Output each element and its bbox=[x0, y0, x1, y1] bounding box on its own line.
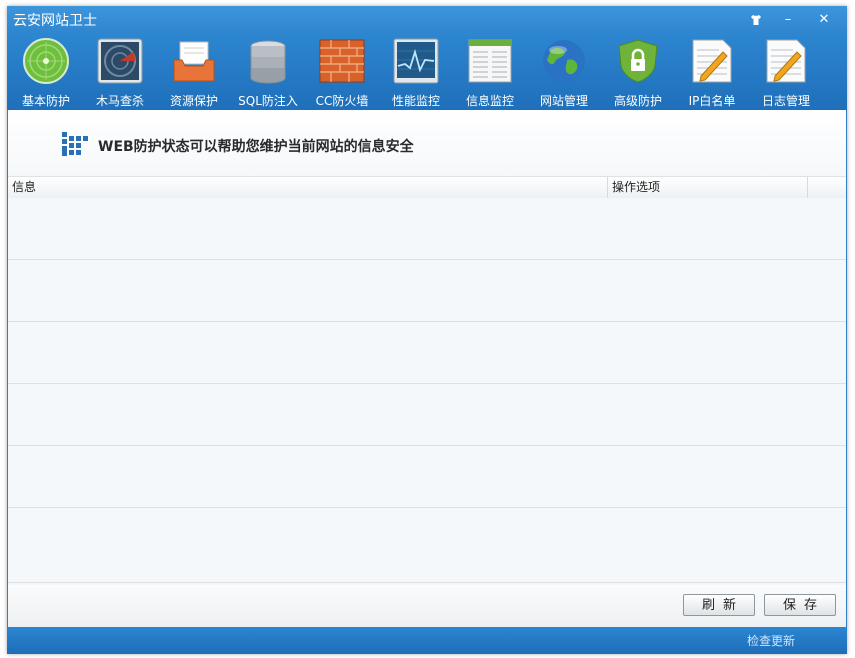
grid-header: 信息 操作选项 bbox=[8, 176, 846, 199]
column-header-spacer bbox=[808, 177, 846, 198]
action-bar: 刷新 保存 bbox=[8, 585, 846, 627]
tool-log-management[interactable]: 日志管理 bbox=[749, 36, 823, 110]
content-area: WEB防护状态可以帮助您维护当前网站的信息安全 信息 操作选项 刷新 保存 bbox=[8, 110, 846, 627]
database-icon bbox=[250, 40, 286, 84]
column-header-info[interactable]: 信息 bbox=[8, 177, 608, 198]
window-title: 云安网站卫士 bbox=[13, 13, 97, 29]
status-bar: 检查更新 bbox=[7, 627, 847, 654]
globe-icon bbox=[543, 40, 585, 82]
save-button[interactable]: 保存 bbox=[764, 594, 836, 616]
check-update-link[interactable]: 检查更新 bbox=[747, 632, 795, 649]
tool-label: 木马查杀 bbox=[95, 94, 144, 108]
close-button[interactable]: ✕ bbox=[813, 10, 835, 30]
dots-grid-icon bbox=[62, 132, 88, 156]
scanner-icon bbox=[97, 38, 143, 84]
tool-basic-protection[interactable]: 基本防护 bbox=[9, 36, 83, 110]
tool-label: 信息监控 bbox=[465, 94, 514, 108]
tool-label: 高级防护 bbox=[613, 94, 662, 108]
banner-text: WEB防护状态可以帮助您维护当前网站的信息安全 bbox=[98, 139, 414, 155]
tool-info-monitor[interactable]: 信息监控 bbox=[453, 36, 527, 110]
tool-label: 网站管理 bbox=[539, 94, 588, 108]
grid-body bbox=[8, 198, 846, 583]
tool-label: SQL防注入 bbox=[238, 94, 298, 108]
tool-label: 性能监控 bbox=[391, 94, 440, 108]
inbox-tray-icon bbox=[173, 41, 215, 82]
column-header-options[interactable]: 操作选项 bbox=[608, 177, 808, 198]
line-graph-icon bbox=[393, 38, 439, 84]
tool-resource-protection[interactable]: 资源保护 bbox=[157, 36, 231, 110]
refresh-button[interactable]: 刷新 bbox=[683, 594, 755, 616]
skin-button[interactable] bbox=[745, 10, 767, 30]
tool-sql-injection[interactable]: SQL防注入 bbox=[231, 36, 305, 110]
table-row[interactable] bbox=[8, 322, 846, 384]
tool-advanced-protection[interactable]: 高级防护 bbox=[601, 36, 675, 110]
table-row[interactable] bbox=[8, 446, 846, 508]
tool-ip-whitelist[interactable]: IP白名单 bbox=[675, 36, 749, 110]
main-window: 云安网站卫士 – ✕ 基本防护 木马查杀 资源保护 SQL防注入 CC防火墙 性… bbox=[7, 6, 847, 654]
toolbar: 基本防护 木马查杀 资源保护 SQL防注入 CC防火墙 性能监控 信息监控 网站… bbox=[7, 34, 847, 110]
radar-icon bbox=[23, 38, 69, 84]
tool-site-management[interactable]: 网站管理 bbox=[527, 36, 601, 110]
document-columns-icon bbox=[468, 39, 512, 83]
tool-label: CC防火墙 bbox=[315, 94, 369, 108]
table-row[interactable] bbox=[8, 508, 846, 583]
brick-wall-icon bbox=[319, 39, 365, 83]
minimize-button[interactable]: – bbox=[777, 10, 799, 30]
table-row[interactable] bbox=[8, 198, 846, 260]
info-banner: WEB防护状态可以帮助您维护当前网站的信息安全 bbox=[8, 110, 846, 176]
shield-lock-icon bbox=[618, 39, 658, 83]
table-row[interactable] bbox=[8, 260, 846, 322]
table-row[interactable] bbox=[8, 384, 846, 446]
tool-label: 资源保护 bbox=[169, 94, 218, 108]
tool-label: 基本防护 bbox=[21, 94, 70, 108]
title-bar: 云安网站卫士 – ✕ bbox=[7, 6, 847, 34]
tool-label: IP白名单 bbox=[688, 94, 736, 108]
shirt-icon bbox=[751, 15, 761, 25]
tool-label: 日志管理 bbox=[761, 94, 810, 108]
notepad-pencil-icon bbox=[692, 39, 732, 83]
notepad-pencil-icon bbox=[766, 39, 806, 83]
tool-performance-monitor[interactable]: 性能监控 bbox=[379, 36, 453, 110]
tool-trojan-scan[interactable]: 木马查杀 bbox=[83, 36, 157, 110]
tool-cc-firewall[interactable]: CC防火墙 bbox=[305, 36, 379, 110]
